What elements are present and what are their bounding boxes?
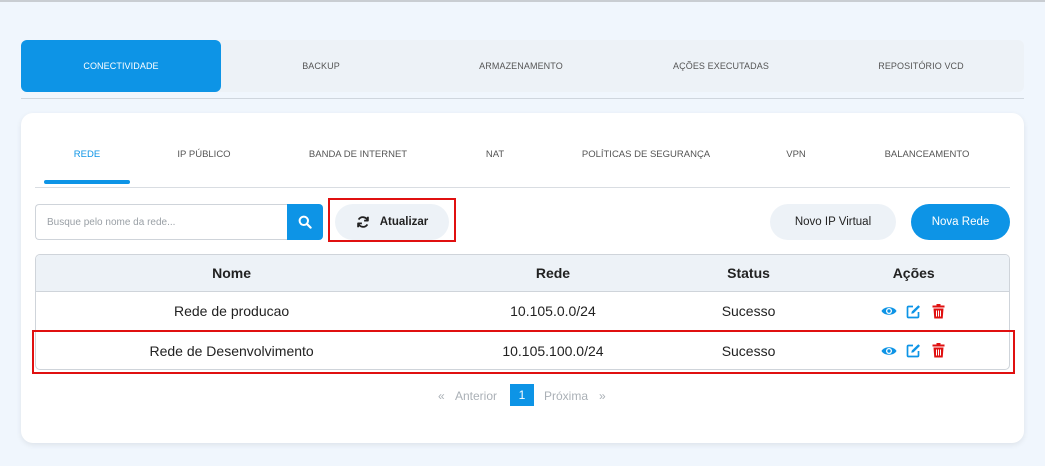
refresh-label: Atualizar xyxy=(379,216,429,228)
main-tabs: CONECTIVIDADE BACKUP ARMAZENAMENTO AÇÕES… xyxy=(21,40,1024,92)
view-icon[interactable] xyxy=(881,343,897,359)
tab-backup[interactable]: BACKUP xyxy=(221,40,421,92)
sub-tabs: REDE IP PÚBLICO BANDA DE INTERNET NAT PO… xyxy=(21,113,1024,188)
column-header-actions: Ações xyxy=(892,265,935,281)
tab-conectividade[interactable]: CONECTIVIDADE xyxy=(21,40,221,92)
cell-status: Sucesso xyxy=(721,303,776,319)
cell-name: Rede de Desenvolvimento xyxy=(149,342,314,359)
cell-actions xyxy=(818,343,1009,359)
refresh-button[interactable]: Atualizar xyxy=(335,204,449,240)
networks-table: Nome Rede Status Ações Rede de producao … xyxy=(35,254,1010,370)
column-header-status: Status xyxy=(727,265,770,281)
new-virtual-ip-button[interactable]: Novo IP Virtual xyxy=(770,204,896,240)
search-group xyxy=(35,204,323,240)
new-network-button[interactable]: Nova Rede xyxy=(911,204,1010,240)
subtab-rede[interactable]: REDE xyxy=(74,149,100,160)
pagination-next[interactable]: Próxima xyxy=(544,389,588,403)
pagination-current-page[interactable]: 1 xyxy=(510,384,534,406)
edit-icon[interactable] xyxy=(906,303,922,319)
sub-tabs-divider xyxy=(35,187,1010,188)
pagination: « Anterior 1 Próxima » xyxy=(21,384,1024,406)
delete-icon[interactable] xyxy=(931,343,947,359)
subtab-politicas-de-seguranca[interactable]: POLÍTICAS DE SEGURANÇA xyxy=(582,149,710,160)
tab-armazenamento[interactable]: ARMAZENAMENTO xyxy=(421,40,621,92)
pagination-next-symbol[interactable]: » xyxy=(599,389,606,403)
column-header-name: Nome xyxy=(212,265,252,281)
cell-name: Rede de producao xyxy=(174,303,290,319)
subtab-banda-de-internet[interactable]: BANDA DE INTERNET xyxy=(309,149,407,160)
pagination-prev-symbol[interactable]: « xyxy=(438,389,445,403)
edit-icon[interactable] xyxy=(906,343,922,359)
cell-network: 10.105.0.0/24 xyxy=(510,303,596,319)
table-header: Nome Rede Status Ações xyxy=(36,255,1009,292)
subtab-balanceamento[interactable]: BALANCEAMENTO xyxy=(885,149,970,160)
column-header-network: Rede xyxy=(535,265,571,281)
cell-status: Sucesso xyxy=(721,342,776,359)
delete-icon[interactable] xyxy=(931,303,947,319)
network-card: REDE IP PÚBLICO BANDA DE INTERNET NAT PO… xyxy=(21,113,1024,443)
table-row: Rede de producao 10.105.0.0/24 Sucesso xyxy=(36,292,1009,331)
search-button[interactable] xyxy=(287,204,323,240)
search-input[interactable] xyxy=(35,204,288,240)
refresh-icon xyxy=(356,216,369,228)
tab-acoes-executadas[interactable]: AÇÕES EXECUTADAS xyxy=(621,40,821,92)
cell-network: 10.105.100.0/24 xyxy=(502,342,604,359)
view-icon[interactable] xyxy=(881,303,897,319)
table-row: Rede de Desenvolvimento 10.105.100.0/24 … xyxy=(36,331,1009,369)
subtab-ip-publico[interactable]: IP PÚBLICO xyxy=(177,149,230,160)
cell-actions xyxy=(818,303,1009,319)
subtab-vpn[interactable]: VPN xyxy=(786,149,806,160)
main-tabs-divider xyxy=(21,98,1024,99)
window-top-border xyxy=(0,0,1045,2)
subtab-nat[interactable]: NAT xyxy=(486,149,504,160)
search-icon xyxy=(298,215,312,229)
tab-repositorio-vcd[interactable]: REPOSITÓRIO VCD xyxy=(821,40,1021,92)
active-subtab-indicator xyxy=(44,180,130,184)
pagination-prev[interactable]: Anterior xyxy=(455,389,497,403)
